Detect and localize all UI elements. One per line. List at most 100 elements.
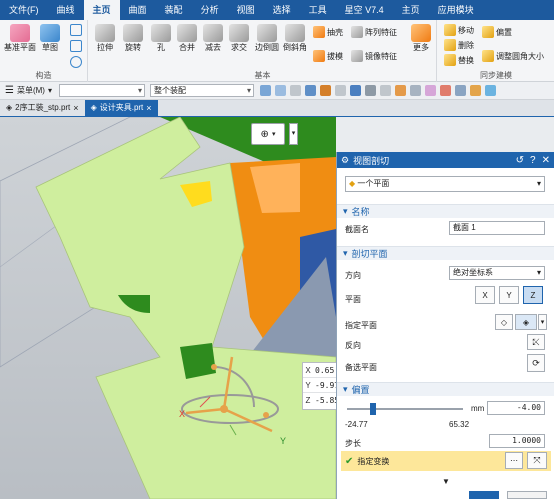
section-name-field[interactable]: 截面 1 xyxy=(449,221,545,235)
snap-icon[interactable] xyxy=(289,85,301,96)
datum-plane-button[interactable]: 基准平面 xyxy=(4,24,36,53)
revolve-button[interactable]: 旋转 xyxy=(123,24,143,53)
plane-inferred-button[interactable]: ◈ xyxy=(515,314,537,330)
close-tab-icon[interactable]: × xyxy=(146,100,151,116)
unite-button[interactable]: 合并 xyxy=(177,24,197,53)
move-button[interactable]: 移动 xyxy=(444,24,474,36)
menu-assembly[interactable]: 装配 xyxy=(156,0,192,20)
csys-icon[interactable] xyxy=(364,85,376,96)
transform-dialog-button[interactable]: ⋯ xyxy=(505,452,523,469)
view-section-dialog: ⚙ 视图剖切 ↺ ? ✕ ◆ 一个平面 ▾ 名称 截面名 截面 1 ▾ 剖切平面… xyxy=(336,152,554,499)
measure-icon[interactable] xyxy=(439,85,451,96)
extrude-icon xyxy=(95,24,115,42)
step-field[interactable]: 1.0000 xyxy=(489,434,545,448)
menu-xingkong[interactable]: 星空 V7.4 xyxy=(336,0,393,20)
line-icon[interactable] xyxy=(70,24,82,36)
view-orient-widget[interactable]: ⊕ ▾ xyxy=(251,123,285,145)
hole-button[interactable]: 孔 xyxy=(151,24,171,53)
menu-home[interactable]: 主页 xyxy=(83,0,120,20)
offset-min-label: -24.77 xyxy=(345,420,368,429)
offset-value-field[interactable]: -4.00 xyxy=(487,401,545,415)
replace-button[interactable]: 替换 xyxy=(444,54,474,66)
plane-icon[interactable] xyxy=(349,85,361,96)
menu-applications[interactable]: 应用模块 xyxy=(429,0,483,20)
section-type-select[interactable]: ◆ 一个平面 xyxy=(345,176,545,192)
offset-slider-thumb[interactable] xyxy=(369,403,376,415)
tab-sheji-jiaju[interactable]: ◈ 设计夹具.prt × xyxy=(84,100,158,116)
menu-home-2[interactable]: 主页 xyxy=(393,0,429,20)
alternate-plane-button[interactable]: ⟳ xyxy=(527,354,545,372)
menu-curve[interactable]: 曲线 xyxy=(48,0,84,20)
plane-options-dropdown[interactable]: ▾ xyxy=(538,314,547,330)
menu-hamburger-icon[interactable]: ☰ xyxy=(5,85,14,96)
reverse-button[interactable]: ⤪ xyxy=(527,334,545,350)
cancel-button[interactable] xyxy=(507,491,547,499)
mirror-feature-button[interactable]: 镜像特征 xyxy=(351,50,397,62)
subtract-button[interactable]: 减去 xyxy=(203,24,223,53)
menu-view[interactable]: 视图 xyxy=(228,0,264,20)
help-icon[interactable]: ? xyxy=(530,155,536,166)
render-icon[interactable] xyxy=(424,85,436,96)
edge-blend-button[interactable]: 边倒圆 xyxy=(255,24,279,53)
view-orient-more[interactable]: ▾ xyxy=(289,123,298,145)
draft-icon xyxy=(313,50,325,62)
ribbon-group-construct: 基准平面 草图 构造 xyxy=(0,20,88,82)
part-file-icon: ◈ xyxy=(6,103,13,112)
chamfer-button[interactable]: 倒斜角 xyxy=(283,24,307,53)
draft-button[interactable]: 拔模 xyxy=(313,50,343,62)
body-icon[interactable] xyxy=(379,85,391,96)
curve-rule-icon[interactable] xyxy=(319,85,331,96)
offset-slider-track[interactable] xyxy=(347,408,463,410)
intersect-button[interactable]: 求交 xyxy=(229,24,249,53)
crosshair-icon: ⊕ xyxy=(260,128,269,140)
section-icon[interactable] xyxy=(409,85,421,96)
circle-icon[interactable] xyxy=(70,56,82,68)
filter-icon[interactable] xyxy=(274,85,286,96)
close-icon[interactable]: ✕ xyxy=(542,155,550,166)
menu-select[interactable]: 选择 xyxy=(264,0,300,20)
menu-surface[interactable]: 曲面 xyxy=(120,0,156,20)
menu-file[interactable]: 文件(F) xyxy=(0,0,48,20)
transform-manipulator-button[interactable]: ⤧ xyxy=(527,452,547,469)
dialog-title-bar: ⚙ 视图剖切 ↺ ? ✕ xyxy=(337,152,554,168)
delete-button[interactable]: 删除 xyxy=(444,39,474,51)
replace-icon xyxy=(444,54,456,66)
type-filter-combo[interactable] xyxy=(58,84,145,97)
select-icon[interactable] xyxy=(259,85,271,96)
ok-button[interactable] xyxy=(469,491,499,499)
view-icon[interactable] xyxy=(454,85,466,96)
more-options-toggle[interactable]: ▼ xyxy=(337,477,554,487)
hide-icon[interactable] xyxy=(484,85,496,96)
plane-y-button[interactable]: Y xyxy=(499,286,519,304)
fit-icon[interactable] xyxy=(469,85,481,96)
shell-button[interactable]: 抽壳 xyxy=(313,26,343,38)
ribbon-group-basic: 拉伸 旋转 孔 合并 减去 求交 边倒圆 倒斜角 抽壳 拔模 阵列特征 镜像特征… xyxy=(89,20,437,82)
menu-analysis[interactable]: 分析 xyxy=(192,0,228,20)
menu-tools[interactable]: 工具 xyxy=(300,0,336,20)
shade-icon[interactable] xyxy=(394,85,406,96)
face-rule-icon[interactable] xyxy=(334,85,346,96)
reset-icon[interactable]: ↺ xyxy=(516,155,524,166)
graphics-viewport[interactable]: X Y xyxy=(0,117,336,499)
section-name-header[interactable]: ▾ 名称 xyxy=(337,204,554,218)
offset-header[interactable]: ▾ 偏置 xyxy=(337,382,554,396)
direction-select[interactable]: 绝对坐标系 xyxy=(449,266,545,280)
selection-scope-combo[interactable]: 整个装配 xyxy=(149,84,254,97)
extrude-button[interactable]: 拉伸 xyxy=(95,24,115,53)
plane-x-button[interactable]: X xyxy=(475,286,495,304)
plane-label: 平面 xyxy=(345,295,361,304)
plane-dialog-button[interactable]: ◇ xyxy=(495,314,513,330)
pattern-feature-button[interactable]: 阵列特征 xyxy=(351,26,397,38)
tab-2xu-gongzhuang[interactable]: ◈ 2序工装_stp.prt × xyxy=(0,100,85,116)
plane-z-button[interactable]: Z xyxy=(523,286,543,304)
section-plane-header[interactable]: ▾ 剖切平面 xyxy=(337,246,554,260)
sketch-button[interactable]: 草图 xyxy=(40,24,60,53)
more-button[interactable]: 更多 xyxy=(411,24,431,53)
offset-region-button[interactable]: 偏置 xyxy=(482,26,512,38)
point-icon[interactable] xyxy=(304,85,316,96)
arc-icon[interactable] xyxy=(70,40,82,52)
resize-blend-button[interactable]: 调整圆角大小 xyxy=(482,50,544,62)
menu-dropdown[interactable]: 菜单(M) xyxy=(17,85,45,96)
plane-y-icon: Y xyxy=(506,290,512,300)
close-tab-icon[interactable]: × xyxy=(73,100,78,116)
